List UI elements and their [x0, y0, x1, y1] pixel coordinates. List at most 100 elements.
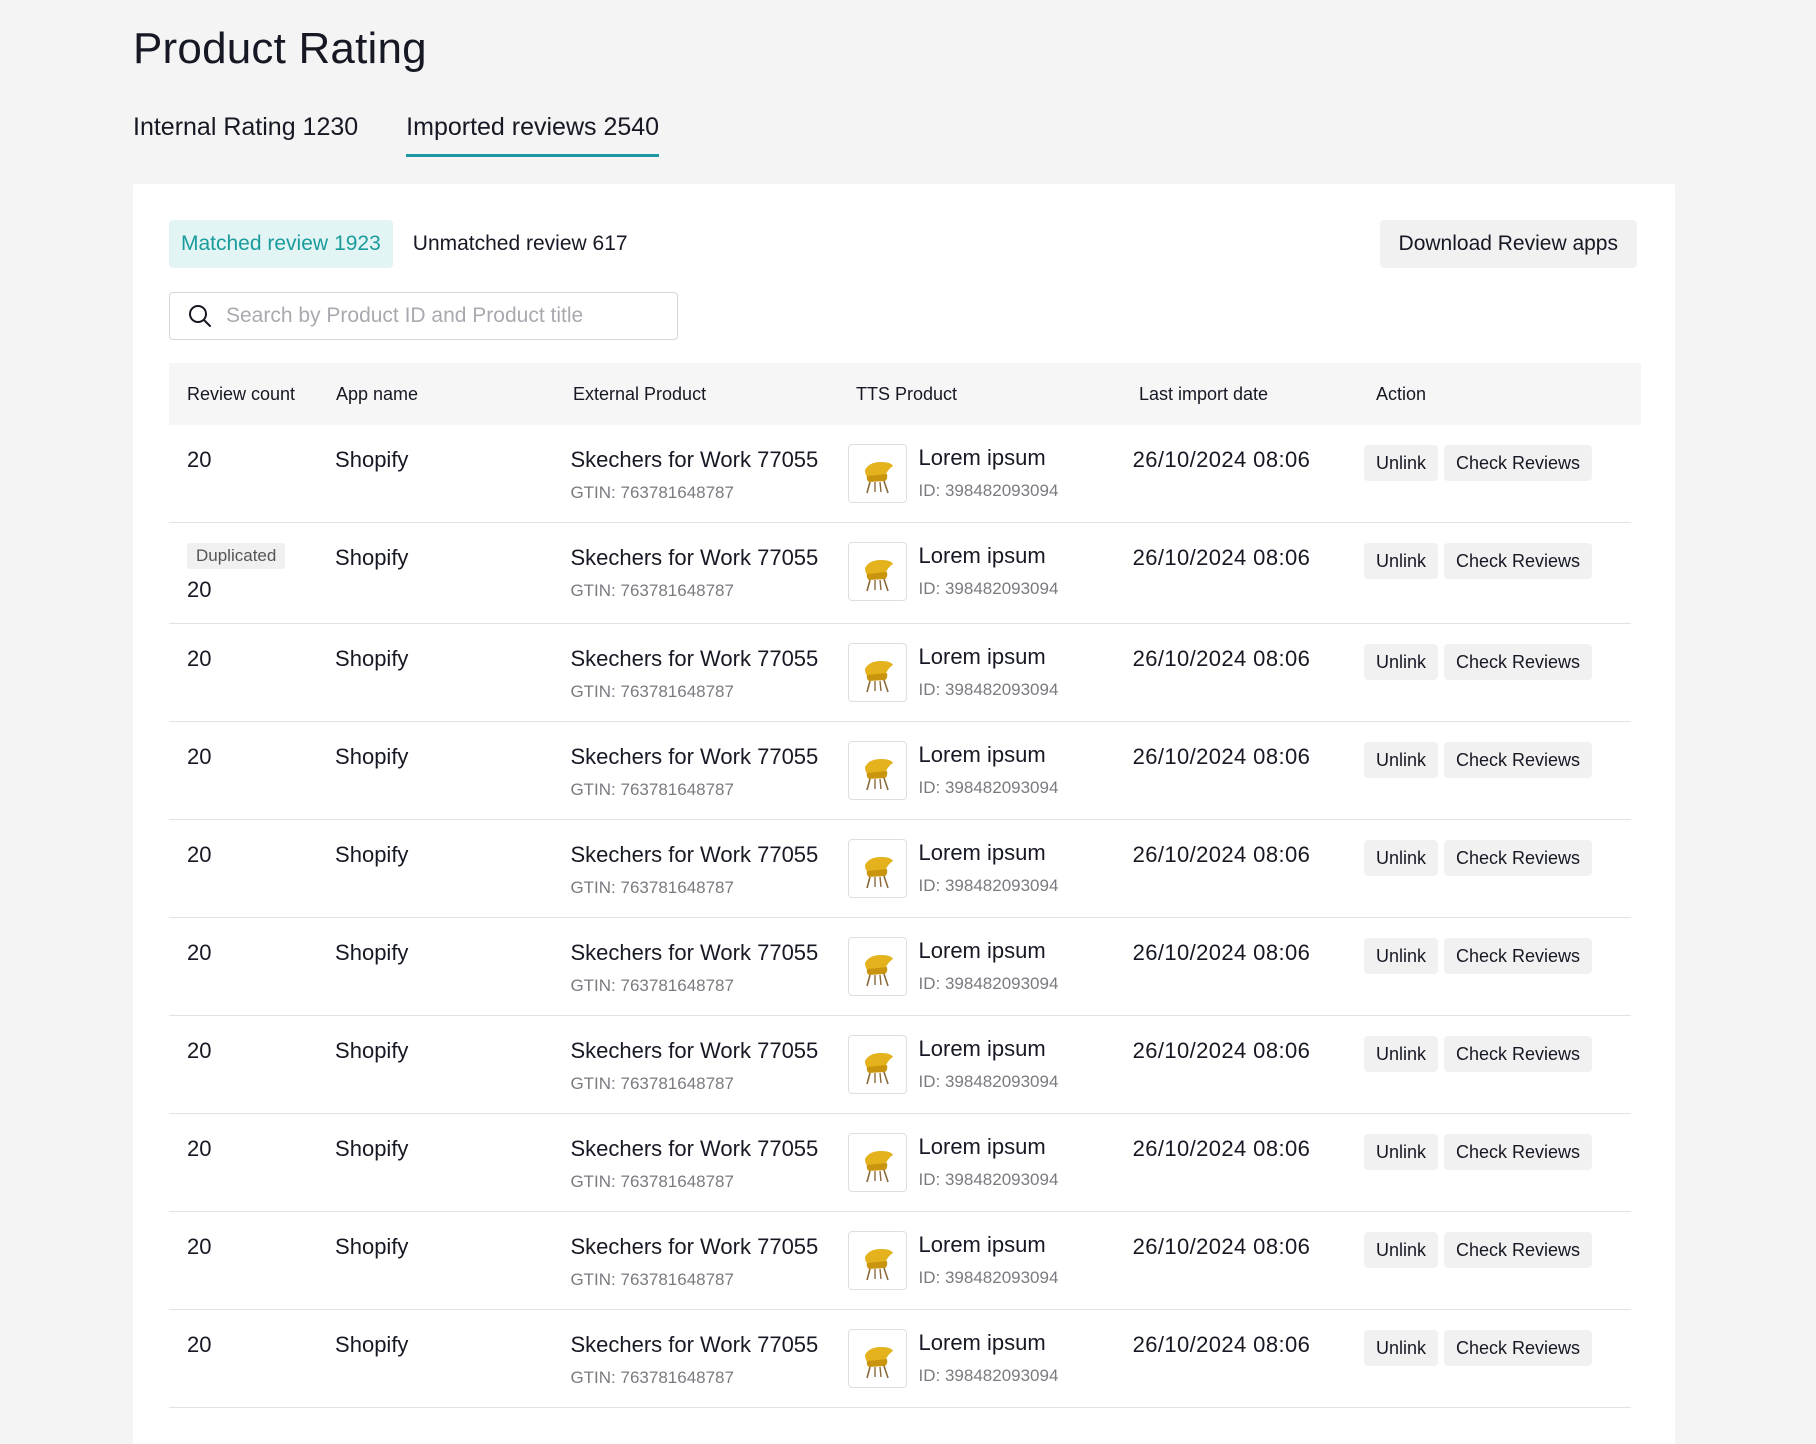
external-product: Skechers for Work 77055 GTIN: 76378164878…	[552, 1212, 833, 1309]
row-actions: Unlink Check Reviews	[1350, 425, 1631, 522]
unlink-button[interactable]: Unlink	[1363, 1232, 1438, 1268]
tts-product: Lorem ipsum ID: 398482093094	[834, 722, 1115, 819]
last-import-date: 26/10/2024 08:06	[1132, 1332, 1311, 1357]
row-actions: Unlink Check Reviews	[1350, 624, 1631, 721]
app-name: Shopify	[335, 545, 409, 570]
tts-product-title: Lorem ipsum	[918, 1036, 1046, 1061]
external-product-title: Skechers for Work 77055	[570, 940, 819, 965]
tts-product: Lorem ipsum ID: 398482093094	[834, 624, 1115, 721]
tts-product-title: Lorem ipsum	[918, 1134, 1046, 1159]
table-row: 20 Shopify Skechers for Work 77055 GTIN: 76…	[169, 1016, 1631, 1114]
app-name: Shopify	[335, 1234, 409, 1259]
check-reviews-button[interactable]: Check Reviews	[1444, 1134, 1593, 1170]
table-row: Duplicated 20 Shopify Skechers for Work 770…	[169, 523, 1631, 624]
external-product-title: Skechers for Work 77055	[570, 646, 819, 671]
search-input[interactable]	[226, 304, 656, 328]
tab-unmatched-review[interactable]: Unmatched review 617	[401, 220, 640, 268]
search-icon	[188, 304, 212, 328]
tts-product: Lorem ipsum ID: 398482093094	[834, 1212, 1115, 1309]
tts-product-title: Lorem ipsum	[918, 1232, 1046, 1257]
external-product: Skechers for Work 77055 GTIN: 76378164878…	[552, 1114, 833, 1211]
unlink-button[interactable]: Unlink	[1363, 1330, 1438, 1366]
unlink-button[interactable]: Unlink	[1363, 543, 1438, 579]
table-header: Review count App name External Product T…	[169, 363, 1641, 425]
external-product: Skechers for Work 77055 GTIN: 76378164878…	[552, 820, 833, 917]
product-thumbnail	[847, 937, 907, 996]
table-row: 20 Shopify Skechers for Work 77055 GTIN: 76…	[169, 1114, 1631, 1212]
external-product-gtin: GTIN: 763781648787	[570, 976, 734, 995]
tts-product-title: Lorem ipsum	[918, 938, 1046, 963]
tts-product: Lorem ipsum ID: 398482093094	[834, 1016, 1115, 1113]
app-name: Shopify	[335, 744, 409, 769]
tts-product-id: ID: 398482093094	[918, 778, 1059, 797]
external-product: Skechers for Work 77055 GTIN: 76378164878…	[552, 523, 833, 623]
app-name: Shopify	[335, 940, 409, 965]
last-import-date: 26/10/2024 08:06	[1132, 940, 1311, 965]
last-import-date: 26/10/2024 08:06	[1132, 646, 1311, 671]
check-reviews-button[interactable]: Check Reviews	[1444, 445, 1593, 481]
tts-product-id: ID: 398482093094	[918, 1072, 1059, 1091]
product-thumbnail	[847, 839, 907, 898]
external-product-title: Skechers for Work 77055	[570, 842, 819, 867]
check-reviews-button[interactable]: Check Reviews	[1444, 742, 1593, 778]
check-reviews-button[interactable]: Check Reviews	[1444, 1330, 1593, 1366]
tts-product-title: Lorem ipsum	[918, 742, 1046, 767]
unlink-button[interactable]: Unlink	[1363, 445, 1438, 481]
col-app-name: App name	[336, 383, 419, 404]
tts-product-id: ID: 398482093094	[918, 974, 1059, 993]
content-card: Matched review 1923 Unmatched review 617 …	[133, 184, 1675, 1444]
external-product-title: Skechers for Work 77055	[570, 744, 819, 769]
check-reviews-button[interactable]: Check Reviews	[1444, 1232, 1593, 1268]
check-reviews-button[interactable]: Check Reviews	[1444, 644, 1593, 680]
review-count: 20	[187, 1332, 212, 1357]
review-count: 20	[187, 744, 212, 769]
product-thumbnail	[847, 542, 907, 601]
tts-product-title: Lorem ipsum	[918, 543, 1046, 568]
unlink-button[interactable]: Unlink	[1363, 644, 1438, 680]
tts-product: Lorem ipsum ID: 398482093094	[834, 820, 1115, 917]
unlink-button[interactable]: Unlink	[1363, 938, 1438, 974]
row-actions: Unlink Check Reviews	[1350, 918, 1631, 1015]
table-body: 20 Shopify Skechers for Work 77055 GTIN: 76…	[169, 425, 1641, 1408]
row-actions: Unlink Check Reviews	[1350, 1212, 1631, 1309]
check-reviews-button[interactable]: Check Reviews	[1444, 840, 1593, 876]
check-reviews-button[interactable]: Check Reviews	[1444, 1036, 1593, 1072]
review-count: 20	[187, 1136, 212, 1161]
tts-product: Lorem ipsum ID: 398482093094	[834, 1114, 1115, 1211]
product-thumbnail	[847, 643, 907, 702]
table-row: 20 Shopify Skechers for Work 77055 GTIN: 76…	[169, 425, 1631, 523]
table-row: 20 Shopify Skechers for Work 77055 GTIN: 76…	[169, 918, 1631, 1016]
tts-product-title: Lorem ipsum	[918, 1330, 1046, 1355]
row-actions: Unlink Check Reviews	[1350, 1016, 1631, 1113]
tts-product-id: ID: 398482093094	[918, 481, 1059, 500]
review-count: 20	[187, 1234, 212, 1259]
row-actions: Unlink Check Reviews	[1350, 1310, 1631, 1407]
external-product-title: Skechers for Work 77055	[570, 1332, 819, 1357]
unlink-button[interactable]: Unlink	[1363, 742, 1438, 778]
unlink-button[interactable]: Unlink	[1363, 1036, 1438, 1072]
external-product-gtin: GTIN: 763781648787	[570, 1368, 734, 1387]
tab-internal-rating[interactable]: Internal Rating 1230	[133, 113, 358, 157]
table-row: 20 Shopify Skechers for Work 77055 GTIN: 76…	[169, 1310, 1631, 1408]
tab-imported-reviews[interactable]: Imported reviews 2540	[406, 113, 660, 157]
check-reviews-button[interactable]: Check Reviews	[1444, 543, 1593, 579]
app-name: Shopify	[335, 1136, 409, 1161]
external-product-title: Skechers for Work 77055	[570, 545, 819, 570]
col-tts-product: TTS Product	[856, 383, 958, 404]
external-product: Skechers for Work 77055 GTIN: 76378164878…	[552, 1310, 833, 1407]
tab-matched-review[interactable]: Matched review 1923	[169, 220, 393, 268]
tts-product: Lorem ipsum ID: 398482093094	[834, 1310, 1115, 1407]
col-external-product: External Product	[573, 383, 707, 404]
external-product: Skechers for Work 77055 GTIN: 76378164878…	[552, 722, 833, 819]
tts-product: Lorem ipsum ID: 398482093094	[834, 918, 1115, 1015]
external-product-gtin: GTIN: 763781648787	[570, 878, 734, 897]
last-import-date: 26/10/2024 08:06	[1132, 842, 1311, 867]
download-review-apps-button[interactable]: Download Review apps	[1379, 220, 1637, 268]
check-reviews-button[interactable]: Check Reviews	[1444, 938, 1593, 974]
external-product-gtin: GTIN: 763781648787	[570, 1074, 734, 1093]
unlink-button[interactable]: Unlink	[1363, 840, 1438, 876]
unlink-button[interactable]: Unlink	[1363, 1134, 1438, 1170]
product-thumbnail	[847, 1329, 907, 1388]
external-product-gtin: GTIN: 763781648787	[570, 682, 734, 701]
external-product: Skechers for Work 77055 GTIN: 76378164878…	[552, 1016, 833, 1113]
